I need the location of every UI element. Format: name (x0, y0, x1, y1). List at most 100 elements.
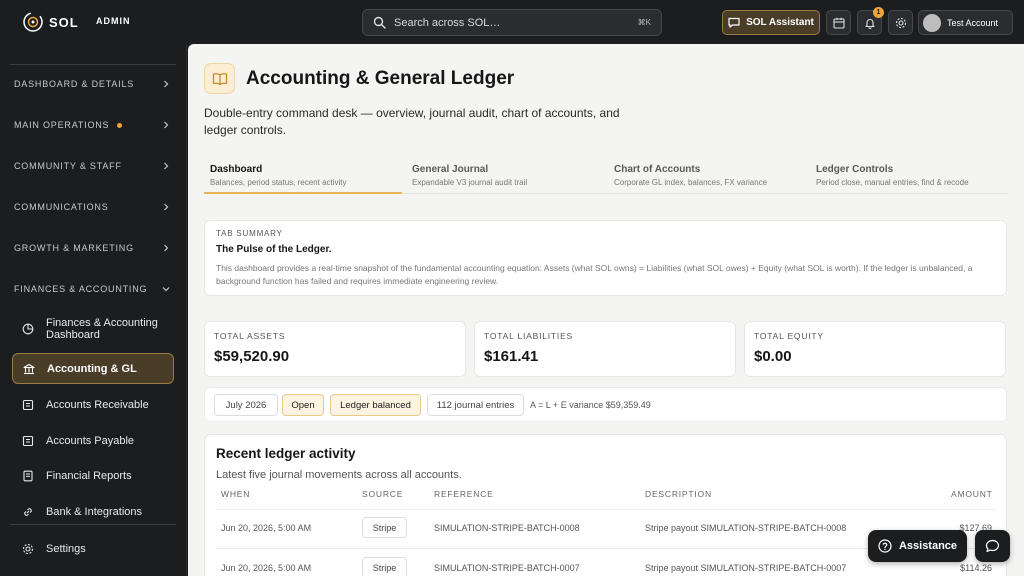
search-shortcut: ⌘K (637, 18, 651, 27)
assistance-button[interactable]: Assistance (868, 530, 967, 562)
sidebar-item-accounting-gl[interactable]: Accounting & GL (12, 353, 174, 384)
search-icon (373, 16, 386, 29)
calendar-button[interactable] (826, 10, 851, 35)
bell-icon (864, 18, 875, 29)
page-description: Double-entry command desk — overview, jo… (204, 106, 620, 137)
receivable-icon (22, 399, 34, 411)
tab-chart-of-accounts[interactable]: Chart of Accounts Corporate GL index, ba… (608, 164, 806, 194)
search-input[interactable]: Search across SOL… ⌘K (362, 9, 662, 36)
sidebar-item-settings[interactable]: Settings (12, 538, 174, 560)
metric-value: $0.00 (754, 348, 792, 365)
calendar-icon (832, 17, 845, 29)
chevron-right-icon (164, 203, 169, 211)
tab-label: Dashboard (210, 164, 263, 175)
sidebar-item-accounts-payable[interactable]: Accounts Payable (12, 430, 174, 452)
summary-title: The Pulse of the Ledger. (216, 244, 332, 255)
section-label: COMMUNITY & STAFF (14, 161, 122, 171)
summary-body: This dashboard provides a real-time snap… (216, 263, 973, 286)
tab-dashboard[interactable]: Dashboard Balances, period status, recen… (204, 164, 402, 194)
assistance-label: Assistance (898, 540, 958, 552)
admin-label: ADMIN (96, 16, 131, 26)
help-icon (878, 539, 892, 553)
logo[interactable]: SOL (22, 11, 79, 33)
chat-icon (728, 17, 740, 28)
period-state-chip: Open (282, 394, 324, 416)
column-header-description: DESCRIPTION (645, 489, 712, 499)
period-chip[interactable]: July 2026 (214, 394, 278, 416)
activity-title: Recent ledger activity (216, 446, 356, 461)
metric-label: TOTAL ASSETS (214, 331, 286, 341)
column-header-when: WHEN (221, 489, 251, 499)
sidebar-item-bank-integrations[interactable]: Bank & Integrations (12, 501, 174, 522)
row-divider (216, 509, 996, 510)
activity-subtitle: Latest five journal movements across all… (216, 469, 462, 481)
sidebar-section-main-operations[interactable]: MAIN OPERATIONS (14, 116, 170, 134)
avatar (923, 13, 941, 32)
metric-value: $161.41 (484, 348, 539, 365)
cell-reference: SIMULATION-STRIPE-BATCH-0007 (434, 563, 580, 573)
chat-button[interactable] (975, 530, 1010, 562)
tab-label: Chart of Accounts (614, 164, 701, 175)
sidebar-section-dashboard-details[interactable]: DASHBOARD & DETAILS (14, 75, 170, 93)
sidebar-item-accounts-receivable[interactable]: Accounts Receivable (12, 394, 174, 416)
sidebar-item-financial-reports[interactable]: Financial Reports (12, 465, 174, 487)
sidebar-section-communications[interactable]: COMMUNICATIONS (14, 198, 170, 216)
sidebar-item-label: Bank & Integrations (46, 506, 143, 518)
sidebar-divider (10, 64, 176, 65)
sol-logo-icon (23, 12, 43, 32)
metric-total-equity: TOTAL EQUITY $0.00 (744, 321, 1006, 377)
notification-badge: 1 (873, 7, 884, 18)
cell-when: Jun 20, 2026, 5:00 AM (221, 563, 312, 573)
chevron-right-icon (164, 244, 169, 252)
ledger-status-bar: July 2026 Open Ledger balanced 112 journ… (204, 387, 1007, 422)
sidebar-item-label: Accounting & GL (47, 362, 137, 375)
sol-assistant-button[interactable]: SOL Assistant (722, 10, 820, 35)
sidebar-item-label: Settings (46, 543, 86, 555)
chevron-right-icon (164, 121, 169, 129)
section-label: FINANCES & ACCOUNTING (14, 284, 148, 294)
tab-label: Ledger Controls (816, 164, 894, 175)
journal-entries-chip[interactable]: 112 journal entries (427, 394, 524, 416)
sidebar-item-finances-dashboard[interactable]: Finances & Accounting Dashboard (12, 314, 174, 344)
cell-source: Stripe (362, 557, 407, 576)
report-icon (23, 470, 33, 482)
tab-sublabel: Expandable V3 journal audit trail (412, 178, 528, 187)
sidebar-item-label: Finances & Accounting Dashboard (46, 317, 158, 341)
tab-sublabel: Period close, manual entries, find & rec… (816, 178, 969, 187)
account-menu-button[interactable]: Test Account (918, 10, 1013, 35)
notifications-button[interactable]: 1 (857, 7, 884, 35)
tab-summary-card: TAB SUMMARY The Pulse of the Ledger. Thi… (204, 220, 1007, 296)
chevron-right-icon (164, 80, 169, 88)
top-bar: SOL ADMIN Search across SOL… ⌘K SOL Assi… (0, 0, 1024, 44)
sol-assistant-label: SOL Assistant (746, 17, 814, 28)
settings-button[interactable] (888, 10, 913, 35)
ledger-balance-chip: Ledger balanced (330, 394, 421, 416)
tab-ledger-controls[interactable]: Ledger Controls Period close, manual ent… (810, 164, 1008, 194)
sidebar-item-label: Financial Reports (46, 470, 132, 482)
status-dot (117, 123, 123, 129)
link-icon (24, 508, 32, 516)
gear-icon (895, 17, 906, 28)
account-name: Test Account (947, 17, 999, 28)
sidebar-section-growth-marketing[interactable]: GROWTH & MARKETING (14, 239, 170, 257)
sidebar-scroll-clip: Bank & Integrations (0, 494, 186, 522)
cell-description: Stripe payout SIMULATION-STRIPE-BATCH-00… (645, 523, 847, 533)
chevron-down-icon (162, 287, 170, 292)
tab-label: General Journal (412, 164, 489, 175)
summary-eyebrow: TAB SUMMARY (216, 229, 283, 238)
tab-general-journal[interactable]: General Journal Expandable V3 journal au… (406, 164, 604, 194)
page-scrollbar[interactable] (1014, 48, 1024, 576)
cell-amount: $114.26 (960, 563, 992, 573)
chevron-right-icon (164, 162, 169, 170)
search-placeholder: Search across SOL… (394, 16, 501, 29)
section-label: MAIN OPERATIONS (14, 120, 110, 130)
payable-icon (22, 435, 34, 447)
main-content: Accounting & General Ledger Double-entry… (188, 44, 1024, 576)
bank-icon (23, 363, 35, 374)
cell-when: Jun 20, 2026, 5:00 AM (221, 523, 312, 533)
sidebar-section-finances-accounting[interactable]: FINANCES & ACCOUNTING (14, 280, 170, 298)
cell-description: Stripe payout SIMULATION-STRIPE-BATCH-00… (645, 563, 847, 573)
sidebar-section-community-staff[interactable]: COMMUNITY & STAFF (14, 157, 170, 175)
sidebar-item-label: Accounts Receivable (46, 399, 149, 411)
section-label: GROWTH & MARKETING (14, 243, 134, 253)
